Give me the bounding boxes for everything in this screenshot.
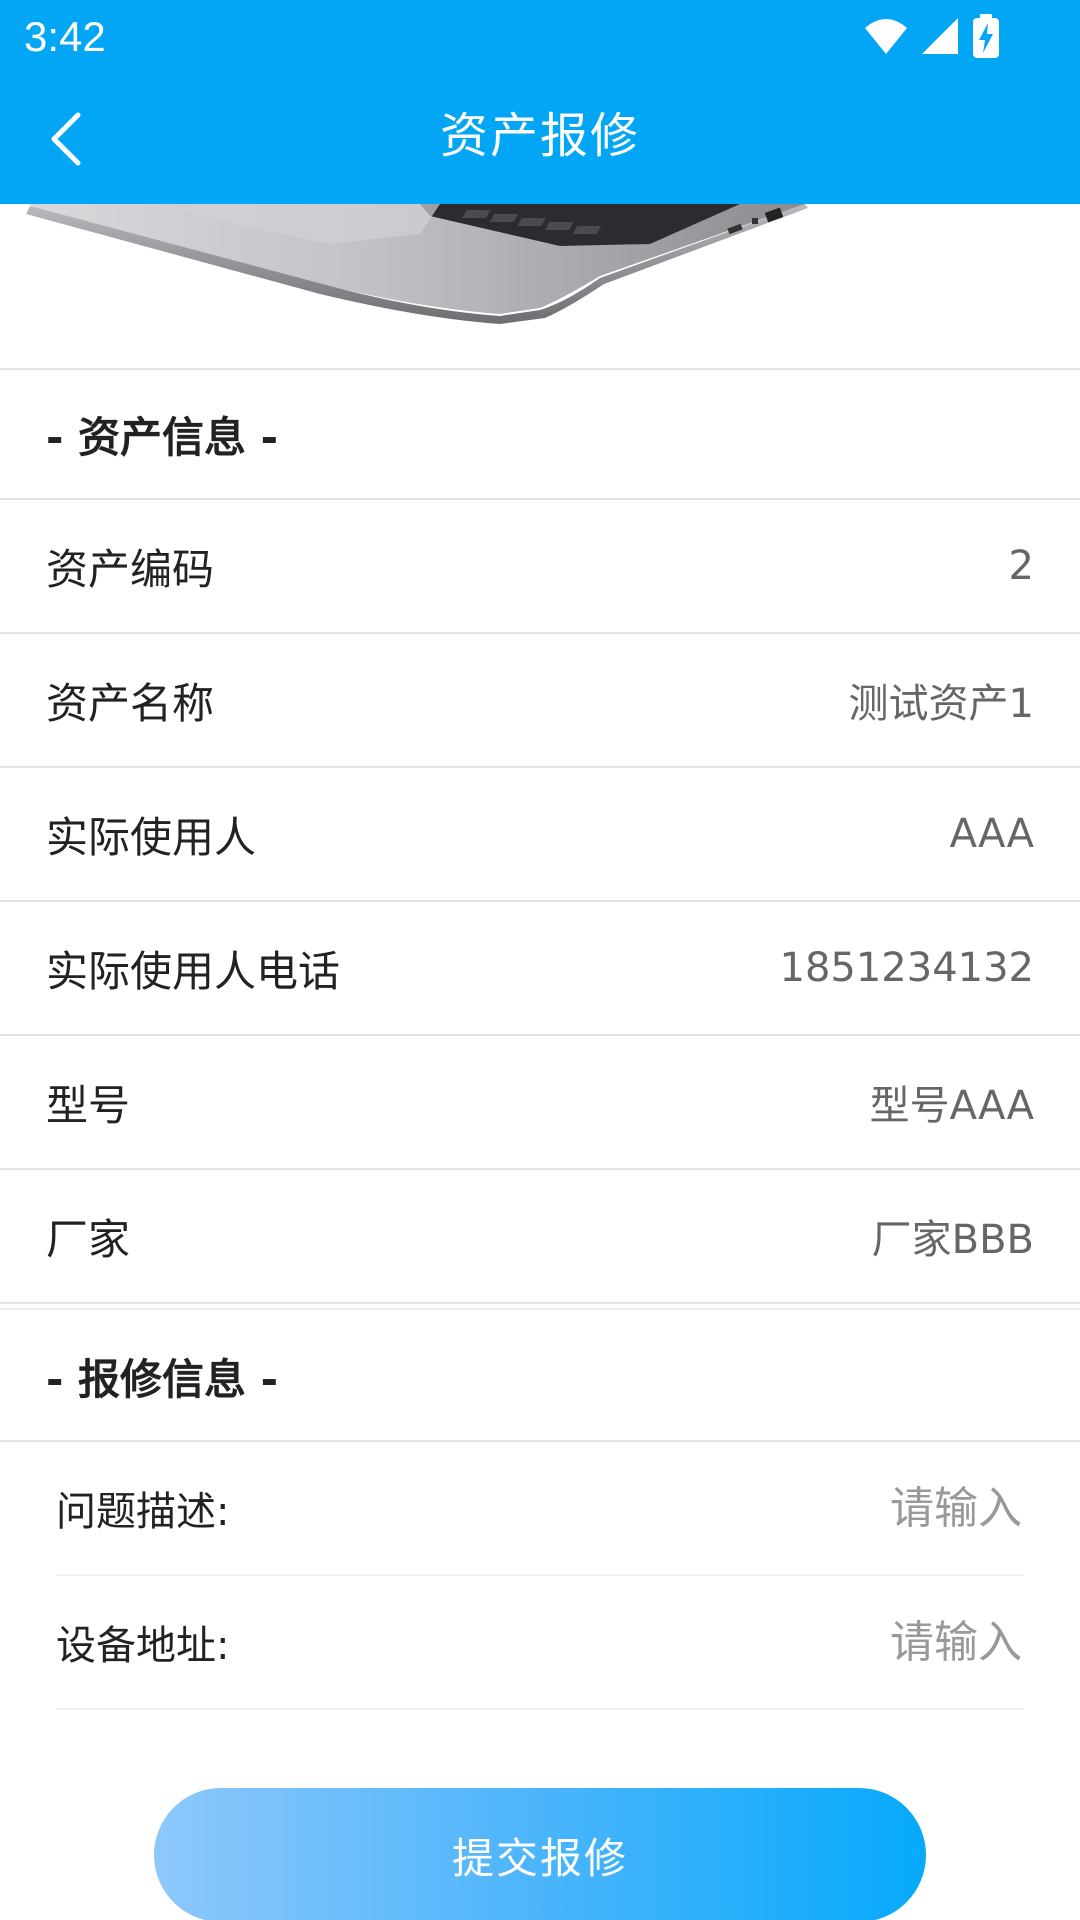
battery-charging-icon — [973, 14, 999, 58]
row-value: 1851234132 — [779, 945, 1035, 991]
problem-description-label: 问题描述: — [56, 1489, 230, 1535]
problem-description-row: 问题描述: — [56, 1442, 1024, 1576]
device-address-input[interactable] — [620, 1615, 1024, 1669]
section-divider — [0, 1308, 1080, 1310]
row-value: 2 — [1008, 543, 1034, 589]
repair-info-heading: - 报修信息 - — [46, 1354, 279, 1404]
status-icons — [864, 14, 1000, 58]
manufacturer-row: 厂家 厂家BBB — [0, 1168, 1080, 1302]
screen: 3:42 资产报修 - 资产信息 - 资产编码 2 资产名称 测试资产1 实际使… — [0, 0, 1080, 1920]
row-label: 资产名称 — [46, 678, 215, 728]
status-time: 3:42 — [24, 13, 106, 60]
row-value: AAA — [949, 811, 1034, 857]
wifi-icon — [865, 19, 907, 54]
asset-info-heading: - 资产信息 - — [46, 412, 279, 462]
device-address-label: 设备地址: — [56, 1623, 230, 1669]
problem-description-input[interactable] — [620, 1481, 1024, 1535]
row-label: 型号 — [46, 1080, 131, 1130]
row-label: 资产编码 — [46, 544, 215, 594]
model-row: 型号 型号AAA — [0, 1034, 1080, 1168]
row-label: 实际使用人电话 — [46, 946, 341, 996]
asset-image — [0, 204, 1080, 368]
row-value: 测试资产1 — [848, 681, 1034, 727]
section-divider — [0, 1302, 1080, 1304]
row-value: 厂家BBB — [871, 1217, 1034, 1263]
app-bar: 3:42 资产报修 — [0, 0, 1080, 204]
asset-name-row: 资产名称 测试资产1 — [0, 632, 1080, 766]
device-address-row: 设备地址: — [56, 1576, 1024, 1710]
row-label: 实际使用人 — [46, 812, 257, 862]
laptop-image — [26, 204, 808, 324]
row-label: 厂家 — [46, 1214, 131, 1264]
page-title: 资产报修 — [439, 108, 640, 164]
actual-user-row: 实际使用人 AAA — [0, 766, 1080, 900]
submit-repair-button[interactable]: 提交报修 — [154, 1788, 926, 1920]
asset-code-row: 资产编码 2 — [0, 498, 1080, 632]
user-phone-row: 实际使用人电话 1851234132 — [0, 900, 1080, 1034]
row-value: 型号AAA — [869, 1083, 1034, 1129]
signal-icon — [922, 18, 958, 54]
